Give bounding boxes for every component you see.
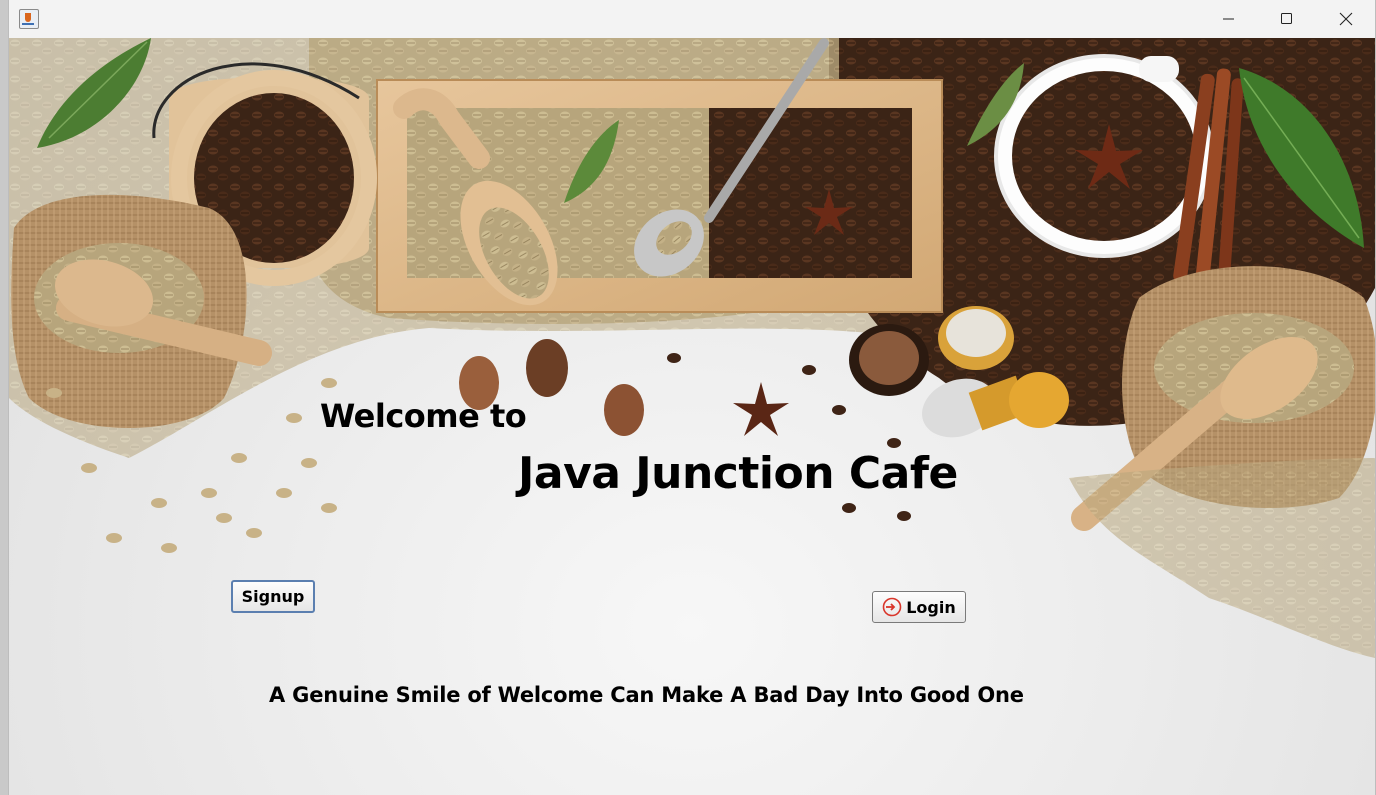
minimize-icon	[1223, 18, 1234, 20]
close-icon	[1339, 12, 1353, 26]
minimize-button[interactable]	[1200, 0, 1258, 38]
signup-label: Signup	[241, 587, 305, 606]
close-button[interactable]	[1317, 0, 1375, 38]
maximize-icon	[1281, 13, 1292, 24]
coffee-background: Welcome to Java Junction Cafe Signup Log…	[9, 38, 1375, 795]
login-button[interactable]: Login	[872, 591, 966, 623]
maximize-button[interactable]	[1258, 0, 1316, 38]
java-app-icon[interactable]	[19, 9, 39, 29]
welcome-heading: Welcome to	[320, 397, 527, 435]
welcome-tagline: A Genuine Smile of Welcome Can Make A Ba…	[269, 683, 1024, 707]
login-arrow-icon	[882, 597, 902, 617]
coffee-beans-image	[9, 38, 1375, 658]
app-window: Welcome to Java Junction Cafe Signup Log…	[8, 0, 1376, 795]
signup-button[interactable]: Signup	[231, 580, 315, 613]
cafe-name-title: Java Junction Cafe	[518, 448, 958, 499]
title-bar	[9, 0, 1375, 39]
login-label: Login	[906, 597, 956, 617]
